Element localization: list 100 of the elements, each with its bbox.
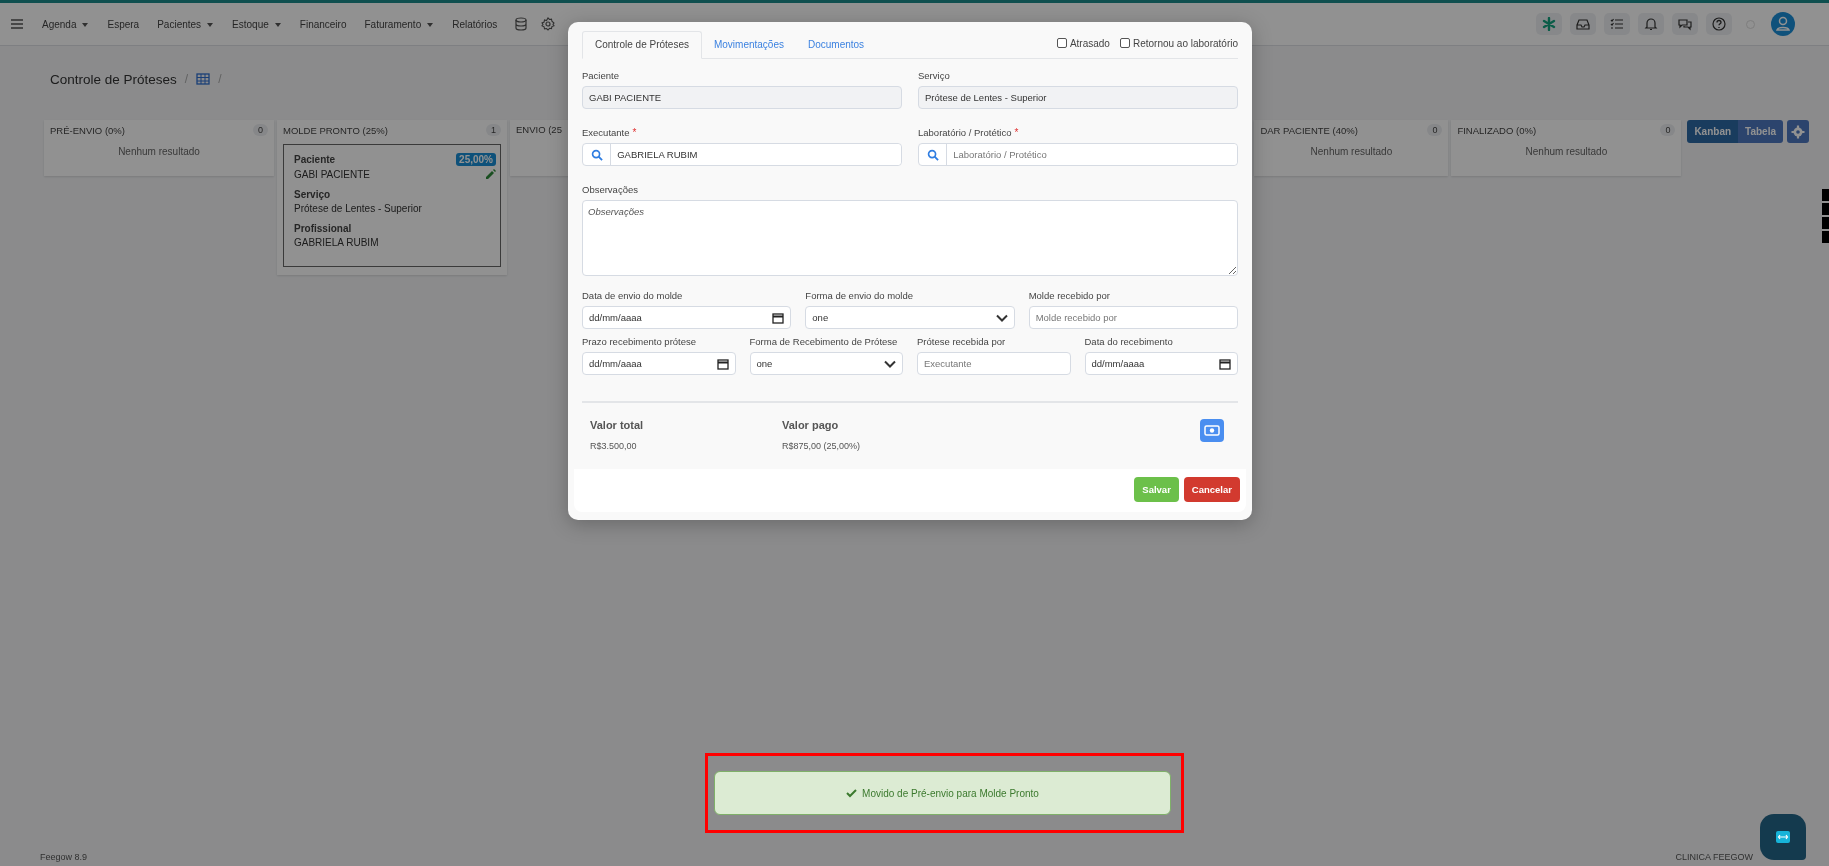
summary-value: R$3.500,00 xyxy=(590,441,638,451)
input-field[interactable]: Executante xyxy=(917,352,1071,375)
summary-value: R$875,00 (25,00%) xyxy=(782,441,862,451)
dropdown[interactable]: one xyxy=(805,306,1015,329)
nav-menu-item[interactable]: Faturamento xyxy=(364,18,435,30)
view-toggle-button[interactable]: Kanban xyxy=(1687,120,1739,143)
nav-menu-item[interactable]: Pacientes xyxy=(157,18,215,30)
required-asterisk: * xyxy=(1014,127,1019,138)
chat-widget-button[interactable] xyxy=(1760,814,1806,860)
calendar-icon xyxy=(716,357,729,370)
settings-icon[interactable] xyxy=(541,17,556,31)
star-icon xyxy=(1542,17,1556,31)
breadcrumb-separator: / xyxy=(184,72,189,86)
field-value: Prótese de Lentes - Superior xyxy=(294,203,422,214)
field-label: Paciente xyxy=(582,70,619,81)
input-field: GABI PACIENTE xyxy=(582,86,902,109)
side-handle[interactable] xyxy=(1822,189,1829,243)
tab[interactable]: Documentos xyxy=(796,32,877,58)
star-button[interactable] xyxy=(1536,13,1562,35)
inbox-icon xyxy=(1576,17,1590,31)
count-badge: 0 xyxy=(1427,124,1443,136)
field-label: Serviço xyxy=(918,70,950,81)
field-label: Paciente xyxy=(294,154,336,165)
breadcrumb-separator: / xyxy=(218,72,222,86)
nav-menu-item[interactable]: Estoque xyxy=(232,18,282,30)
checkbox[interactable] xyxy=(1119,38,1130,48)
tab[interactable]: Movimentações xyxy=(701,32,796,58)
count-badge: 1 xyxy=(486,124,501,136)
nav-menu-item[interactable]: Financeiro xyxy=(299,18,347,30)
bell-icon xyxy=(1644,17,1658,31)
input-field[interactable]: Molde recebido por xyxy=(1028,306,1238,329)
calendar-icon xyxy=(772,311,785,324)
clinic-name: CLINICA FEEGOW xyxy=(1675,852,1753,864)
percent-badge: 25,00% xyxy=(456,153,496,166)
search-field[interactable]: GABRIELA RUBIM xyxy=(582,143,902,166)
search-icon xyxy=(926,148,939,161)
nav-menu-item[interactable]: Agenda xyxy=(42,18,90,30)
required-asterisk: * xyxy=(632,127,637,138)
search-field[interactable]: Laboratório / Protético xyxy=(918,143,1238,166)
field-label: Prótese recebida por xyxy=(917,336,1006,347)
empty-message: Nenhum resultado xyxy=(117,146,201,157)
field-label: Laboratório / Protético xyxy=(918,127,1012,138)
check-icon xyxy=(846,788,858,798)
menu-icon[interactable] xyxy=(10,18,24,30)
empty-message: Nenhum resultado xyxy=(1309,146,1394,157)
field-label: Observações xyxy=(582,184,638,195)
checklist-icon xyxy=(1610,17,1624,31)
summary-label: Valor pago xyxy=(782,419,840,431)
column-title: ENVIO (25 xyxy=(516,124,562,135)
count-badge: 0 xyxy=(253,124,268,136)
nav-menu-item[interactable]: Espera xyxy=(107,18,140,30)
checklist-button[interactable] xyxy=(1604,13,1630,35)
chat-widget-icon xyxy=(1776,831,1790,843)
checkbox-label: Retornou ao laboratório xyxy=(1132,37,1238,49)
nav-menu-item[interactable]: Relatórios xyxy=(452,18,498,30)
database-icon[interactable] xyxy=(515,17,528,31)
text-area[interactable]: Observações xyxy=(582,200,1238,276)
field-value: GABRIELA RUBIM xyxy=(294,237,379,248)
field-label: Serviço xyxy=(294,188,331,200)
dropdown[interactable]: one xyxy=(749,352,903,375)
field-label: Executante xyxy=(582,127,630,138)
summary-label: Valor total xyxy=(590,419,645,431)
search-icon xyxy=(590,148,603,161)
count-badge: 0 xyxy=(1660,124,1676,136)
field-value: GABI PACIENTE xyxy=(294,169,370,180)
chat-icon xyxy=(1678,17,1692,31)
chat-button[interactable] xyxy=(1672,13,1698,35)
kanban-card[interactable]: Paciente 25,00% GABI PACIENTE Serviço Prótese de Lentes - Superior Profissional GABRIELA RUBIM xyxy=(283,144,501,267)
field-label: Forma de envio do molde xyxy=(805,290,914,301)
tab[interactable]: Controle de Próteses xyxy=(582,31,702,59)
column-title: DAR PACIENTE (40%) xyxy=(1260,124,1358,136)
column-title: MOLDE PRONTO (25%) xyxy=(283,124,388,136)
settings-icon xyxy=(1791,124,1805,139)
field-label: Forma de Recebimento de Prótese xyxy=(749,336,898,347)
help-button[interactable] xyxy=(1706,13,1732,35)
toast-message: Movido de Pré-envio para Molde Pronto xyxy=(862,787,1039,799)
banknote-icon xyxy=(1204,423,1220,438)
column-title: FINALIZADO (0%) xyxy=(1457,124,1537,136)
input-field: Prótese de Lentes - Superior xyxy=(918,86,1238,109)
payment-button[interactable] xyxy=(1200,419,1224,442)
cancel-button[interactable]: Cancelar xyxy=(1183,477,1240,502)
settings-button[interactable] xyxy=(1787,120,1809,143)
checkbox[interactable] xyxy=(1056,38,1067,48)
date-field[interactable]: dd/mm/aaaa xyxy=(1084,352,1238,375)
inbox-button[interactable] xyxy=(1570,13,1596,35)
date-field[interactable]: dd/mm/aaaa xyxy=(582,352,736,375)
date-field[interactable]: dd/mm/aaaa xyxy=(582,306,792,329)
field-label: Prazo recebimento prótese xyxy=(582,336,697,347)
empty-message: Nenhum resultado xyxy=(1524,146,1609,157)
version-text: Feegow 8.9 xyxy=(40,852,88,864)
avatar-icon[interactable] xyxy=(1771,12,1795,36)
checkbox-label: Atrasado xyxy=(1069,37,1110,49)
calendar-icon xyxy=(1219,357,1231,370)
help-icon xyxy=(1712,17,1726,31)
table-icon[interactable] xyxy=(196,73,211,85)
chevron-down-icon xyxy=(884,359,896,368)
pencil-icon[interactable] xyxy=(484,167,496,179)
view-toggle-button[interactable]: Tabela xyxy=(1738,120,1783,143)
bell-button[interactable] xyxy=(1638,13,1664,35)
column-title: PRÉ-ENVIO (0%) xyxy=(50,124,125,136)
